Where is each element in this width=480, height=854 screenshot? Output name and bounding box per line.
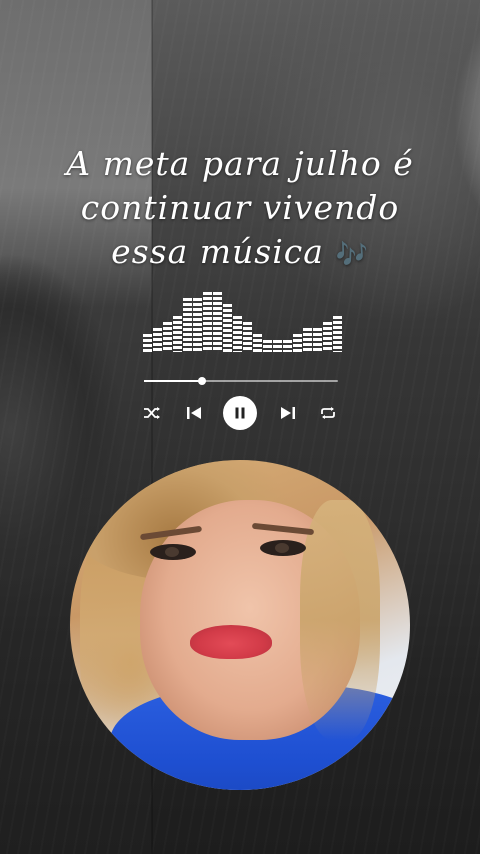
equalizer-bar bbox=[243, 322, 252, 352]
equalizer-bar bbox=[163, 322, 172, 352]
repeat-button[interactable] bbox=[316, 396, 340, 430]
equalizer-bar bbox=[203, 292, 212, 352]
previous-icon bbox=[187, 407, 201, 419]
player-controls bbox=[140, 396, 340, 430]
equalizer-bar bbox=[283, 340, 292, 352]
profile-photo bbox=[70, 460, 410, 790]
equalizer-bar bbox=[193, 298, 202, 352]
previous-button[interactable] bbox=[182, 396, 206, 430]
next-icon bbox=[281, 407, 295, 419]
portrait-lips bbox=[190, 625, 272, 659]
progress-fill bbox=[144, 380, 203, 382]
caption-line-3: essa música 🎶 bbox=[0, 230, 480, 277]
repeat-icon bbox=[321, 407, 335, 419]
equalizer-bar bbox=[273, 340, 282, 352]
equalizer-bar bbox=[313, 328, 322, 352]
equalizer-bar bbox=[253, 334, 262, 352]
shuffle-icon bbox=[144, 407, 160, 419]
pause-icon bbox=[235, 407, 245, 419]
equalizer-bar bbox=[323, 322, 332, 352]
equalizer-bar bbox=[173, 316, 182, 352]
portrait-hair-right bbox=[300, 500, 380, 740]
progress-bar[interactable] bbox=[144, 377, 338, 385]
equalizer-visualizer bbox=[143, 292, 342, 352]
pause-button[interactable] bbox=[223, 396, 257, 430]
equalizer-bar bbox=[183, 298, 192, 352]
equalizer-bar bbox=[143, 334, 152, 352]
equalizer-bar bbox=[263, 340, 272, 352]
portrait-eye-right bbox=[260, 540, 306, 556]
equalizer-bar bbox=[233, 316, 242, 352]
caption-line-2: continuar vivendo bbox=[80, 188, 400, 227]
caption-line-3-text: essa música bbox=[111, 232, 324, 271]
equalizer-bar bbox=[153, 328, 162, 352]
caption-text: A meta para julho é continuar vivendo es… bbox=[0, 142, 480, 277]
equalizer-bar bbox=[333, 316, 342, 352]
caption-line-1: A meta para julho é bbox=[66, 144, 414, 183]
equalizer-bar bbox=[213, 292, 222, 352]
shuffle-button[interactable] bbox=[140, 396, 164, 430]
equalizer-bar bbox=[223, 304, 232, 352]
next-button[interactable] bbox=[276, 396, 300, 430]
portrait-eye-left bbox=[150, 544, 196, 560]
equalizer-bar bbox=[293, 334, 302, 352]
equalizer-bar bbox=[303, 328, 312, 352]
music-notes-icon: 🎶 bbox=[335, 240, 369, 270]
